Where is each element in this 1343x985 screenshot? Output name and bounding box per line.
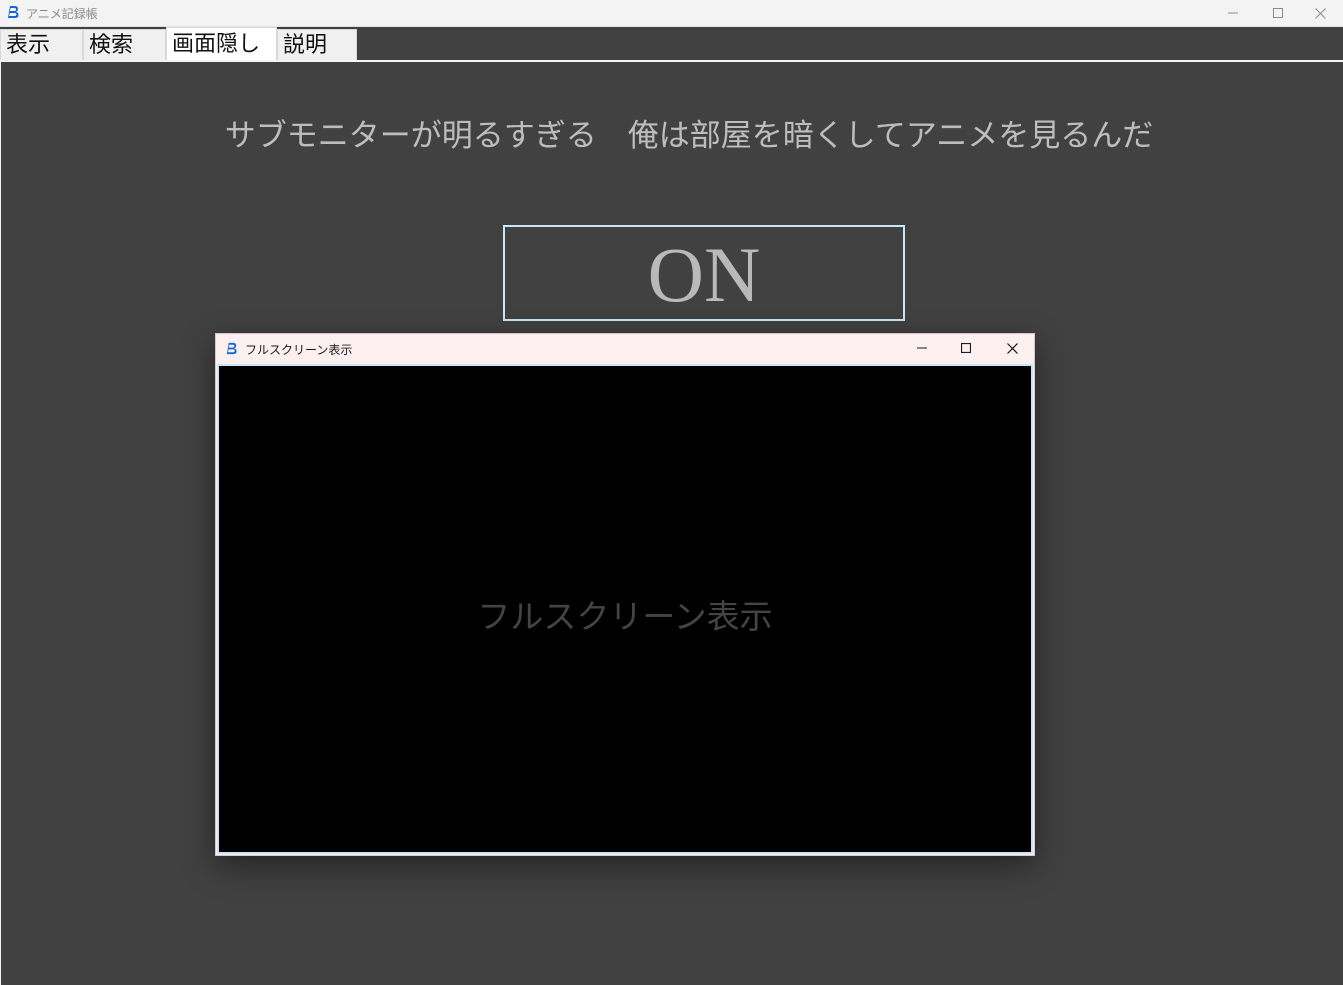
- maximize-button[interactable]: [1255, 0, 1301, 26]
- close-button[interactable]: [1297, 0, 1343, 26]
- dialog-title: フルスクリーン表示: [245, 343, 353, 357]
- app-logo-icon: [8, 6, 19, 18]
- window-title: アニメ記録帳: [26, 7, 98, 21]
- minimize-icon: [1228, 12, 1238, 14]
- maximize-icon: [1273, 8, 1283, 18]
- fullscreen-dialog: フルスクリーン表示 フルスクリーン表示: [215, 333, 1035, 856]
- tab-screen-hide[interactable]: 画面隠し: [166, 27, 277, 60]
- dialog-close-button[interactable]: [989, 334, 1035, 362]
- dialog-minimize-button[interactable]: [899, 334, 945, 362]
- app-logo-icon: [226, 342, 237, 355]
- on-toggle-button[interactable]: ON: [503, 225, 905, 321]
- main-window: アニメ記録帳 表示 検索 画面隠し 説明 サブモニターが明るすぎる 俺は部屋を暗…: [0, 0, 1343, 985]
- maximize-icon: [961, 343, 971, 353]
- minimize-icon: [917, 347, 927, 349]
- tab-bar: 表示 検索 画面隠し 説明: [0, 27, 1343, 62]
- tab-search[interactable]: 検索: [83, 29, 166, 60]
- tab-display[interactable]: 表示: [0, 29, 83, 60]
- content-border: [0, 60, 1, 985]
- fullscreen-label: フルスクリーン表示: [477, 597, 773, 636]
- tab-explanation[interactable]: 説明: [277, 29, 357, 60]
- dialog-title-bar[interactable]: フルスクリーン表示: [216, 334, 1034, 364]
- title-bar[interactable]: アニメ記録帳: [0, 0, 1343, 27]
- dialog-maximize-button[interactable]: [943, 334, 989, 362]
- close-icon: [1006, 342, 1018, 354]
- fullscreen-panel[interactable]: フルスクリーン表示: [217, 364, 1033, 854]
- headline-text: サブモニターが明るすぎる 俺は部屋を暗くしてアニメを見るんだ: [224, 118, 1154, 154]
- minimize-button[interactable]: [1210, 0, 1256, 26]
- close-icon: [1314, 7, 1326, 19]
